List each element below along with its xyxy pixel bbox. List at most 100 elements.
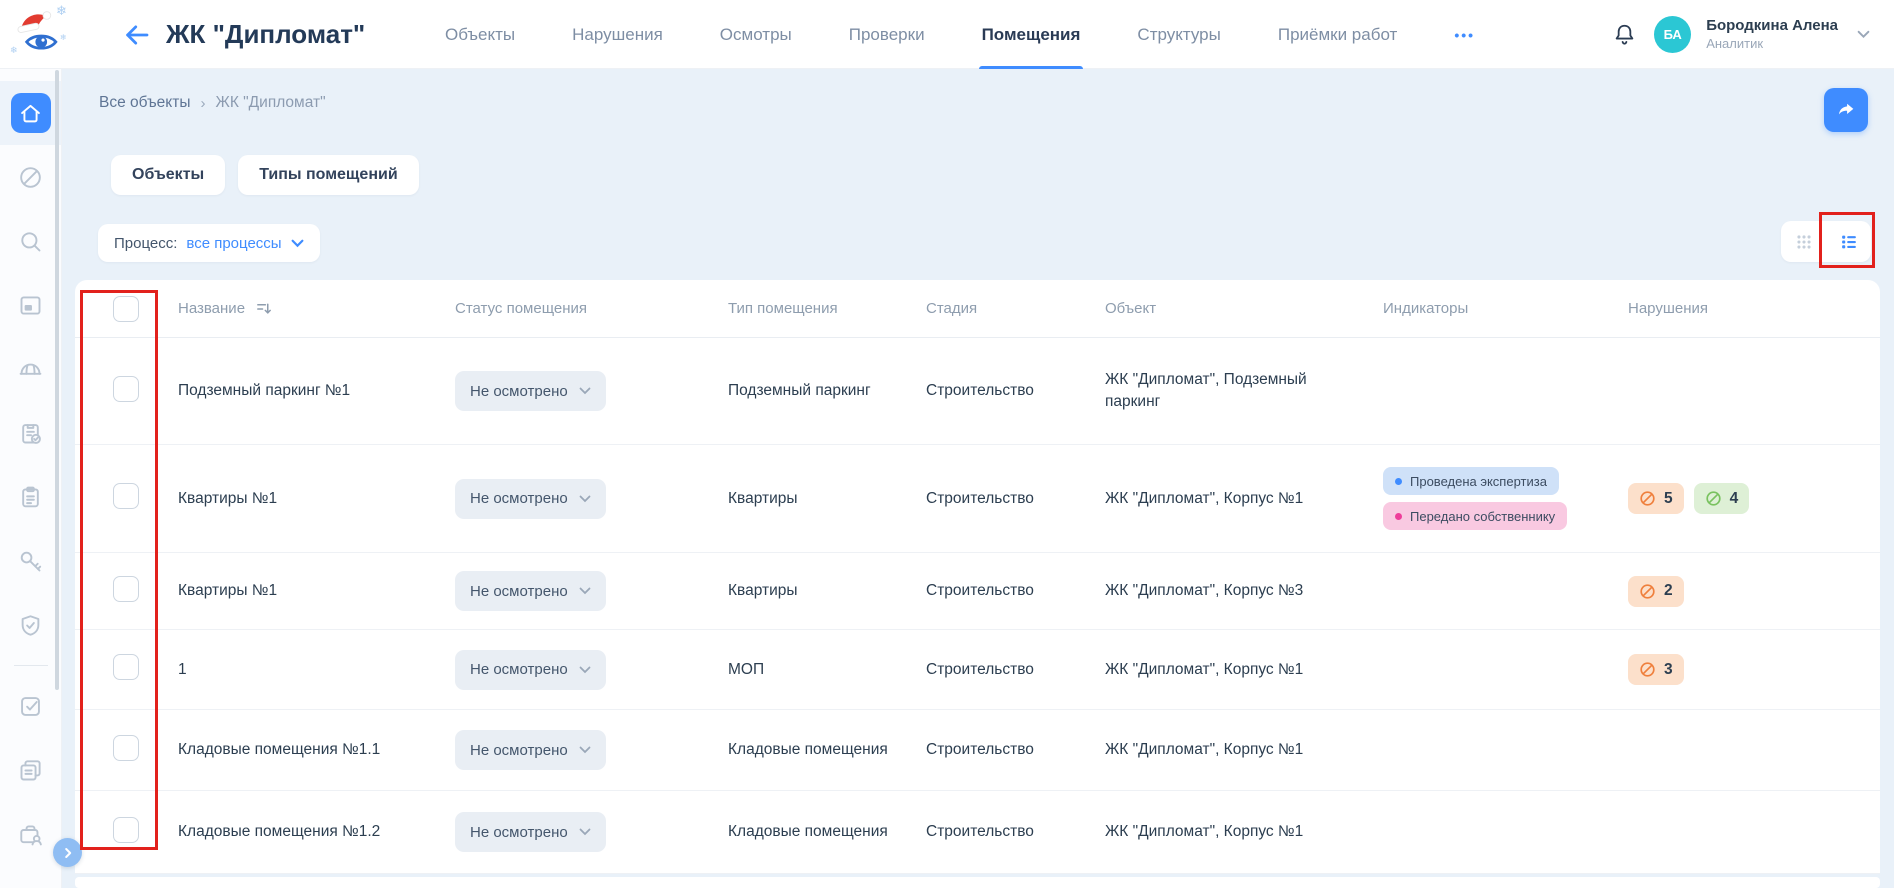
table-body: Подземный паркинг №1 Не осмотрено Подзем… xyxy=(75,338,1880,874)
sort-icon[interactable] xyxy=(255,300,272,317)
sidebar-expand-button[interactable] xyxy=(53,838,82,867)
violations-cell: 3 xyxy=(1628,654,1880,685)
sidebar-item-window[interactable] xyxy=(0,273,61,337)
horizontal-scrollbar[interactable] xyxy=(75,877,1880,888)
sidebar-item-search[interactable] xyxy=(0,209,61,273)
nav-tab-3[interactable]: Проверки xyxy=(849,0,925,69)
user-avatar[interactable]: БА xyxy=(1654,16,1691,53)
row-checkbox[interactable] xyxy=(113,576,139,602)
sidebar-nav xyxy=(0,81,61,866)
ban-icon xyxy=(1705,490,1722,507)
sidebar-item-helmet[interactable] xyxy=(0,337,61,401)
bell-icon xyxy=(1611,21,1638,48)
object: ЖК "Дипломат", Корпус №1 xyxy=(1105,821,1383,843)
indicator-dot-icon xyxy=(1395,513,1402,520)
violation-count: 4 xyxy=(1730,490,1739,508)
status-dropdown[interactable]: Не осмотрено xyxy=(455,371,606,411)
sidebar-item-copy[interactable] xyxy=(0,738,61,802)
object: ЖК "Дипломат", Корпус №1 xyxy=(1105,488,1383,510)
share-forward-icon xyxy=(1835,99,1857,121)
clipboard-check-icon xyxy=(17,420,44,447)
row-checkbox[interactable] xyxy=(113,376,139,402)
sidebar xyxy=(0,69,62,888)
nav-tabs: Объекты Нарушения Осмотры Проверки Помещения… xyxy=(445,0,1475,69)
violation-badge[interactable]: 4 xyxy=(1694,483,1750,514)
table-row[interactable]: Квартиры №1 Не осмотрено Квартиры Строит… xyxy=(75,445,1880,553)
grid-view-button[interactable] xyxy=(1781,221,1826,262)
key-icon xyxy=(17,548,44,575)
nav-tab-1[interactable]: Нарушения xyxy=(572,0,663,69)
back-button[interactable] xyxy=(122,20,152,50)
nav-tab-4[interactable]: Помещения xyxy=(982,0,1081,69)
row-checkbox[interactable] xyxy=(113,483,139,509)
sidebar-item-home[interactable] xyxy=(0,81,61,145)
room-type: Квартиры xyxy=(728,582,926,600)
view-tab-room-types[interactable]: Типы помещений xyxy=(238,155,418,195)
nav-more-button[interactable]: ••• xyxy=(1454,27,1475,43)
process-filter-value: все процессы xyxy=(186,235,281,252)
nav-tab-2[interactable]: Осмотры xyxy=(720,0,792,69)
stage: Строительство xyxy=(926,741,1105,759)
select-all-checkbox[interactable] xyxy=(113,296,139,322)
status-label: Не осмотрено xyxy=(470,490,568,507)
column-header-indicators: Индикаторы xyxy=(1383,300,1628,317)
row-checkbox[interactable] xyxy=(113,735,139,761)
process-filter-dropdown[interactable]: Процесс: все процессы xyxy=(98,224,320,262)
share-button[interactable] xyxy=(1824,88,1868,132)
table-row[interactable]: Кладовые помещения №1.1 Не осмотрено Кла… xyxy=(75,710,1880,791)
breadcrumb-root[interactable]: Все объекты xyxy=(99,94,191,112)
status-dropdown[interactable]: Не осмотрено xyxy=(455,812,606,852)
chevron-right-icon xyxy=(62,847,74,859)
status-dropdown[interactable]: Не осмотрено xyxy=(455,730,606,770)
violation-badge[interactable]: 5 xyxy=(1628,483,1684,514)
indicator-badge: Проведена экспертиза xyxy=(1383,467,1559,495)
sidebar-item-ban[interactable] xyxy=(0,145,61,209)
nav-tab-5[interactable]: Структуры xyxy=(1137,0,1220,69)
stage: Строительство xyxy=(926,382,1105,400)
user-info: Бородкина Алена Аналитик xyxy=(1706,17,1838,52)
search-icon xyxy=(17,228,44,255)
violation-badge[interactable]: 3 xyxy=(1628,654,1684,685)
status-label: Не осмотрено xyxy=(470,583,568,600)
status-dropdown[interactable]: Не осмотрено xyxy=(455,650,606,690)
notifications-button[interactable] xyxy=(1609,20,1639,50)
sidebar-item-shield[interactable] xyxy=(0,593,61,657)
window-icon xyxy=(17,292,44,319)
row-checkbox[interactable] xyxy=(113,654,139,680)
grid-view-icon xyxy=(1793,231,1815,253)
table-row[interactable]: 1 Не осмотрено МОП Строительство ЖК "Дип… xyxy=(75,630,1880,710)
view-tab-objects[interactable]: Объекты xyxy=(111,155,225,195)
breadcrumb: Все объекты › ЖК "Дипломат" xyxy=(99,94,326,112)
sidebar-item-checkbox[interactable] xyxy=(0,674,61,738)
breadcrumb-current: ЖК "Дипломат" xyxy=(216,94,326,112)
room-type: Кладовые помещения xyxy=(728,823,926,841)
sidebar-scrollbar-thumb[interactable] xyxy=(55,70,59,690)
chevron-down-icon xyxy=(579,828,591,836)
breadcrumb-separator-icon: › xyxy=(201,95,206,112)
status-label: Не осмотрено xyxy=(470,824,568,841)
table-row[interactable]: Кладовые помещения №1.2 Не осмотрено Кла… xyxy=(75,791,1880,874)
status-dropdown[interactable]: Не осмотрено xyxy=(455,479,606,519)
user-role: Аналитик xyxy=(1706,36,1838,52)
nav-tab-0[interactable]: Объекты xyxy=(445,0,515,69)
sidebar-item-clipboard-check[interactable] xyxy=(0,401,61,465)
status-dropdown[interactable]: Не осмотрено xyxy=(455,571,606,611)
ban-icon xyxy=(1639,490,1656,507)
ban-icon xyxy=(1639,661,1656,678)
table-row[interactable]: Подземный паркинг №1 Не осмотрено Подзем… xyxy=(75,338,1880,445)
indicator-dot-icon xyxy=(1395,478,1402,485)
sidebar-item-briefcase[interactable] xyxy=(0,802,61,866)
nav-tab-6[interactable]: Приёмки работ xyxy=(1278,0,1397,69)
row-checkbox[interactable] xyxy=(113,817,139,843)
list-view-button[interactable] xyxy=(1826,221,1871,262)
sidebar-item-clipboard[interactable] xyxy=(0,465,61,529)
user-menu-button[interactable] xyxy=(1857,26,1870,44)
stage: Строительство xyxy=(926,661,1105,679)
column-header-stage: Стадия xyxy=(926,300,1105,317)
app-logo[interactable]: ❄ ❄ ❄ xyxy=(10,3,72,65)
chevron-down-icon xyxy=(291,239,304,248)
table-row[interactable]: Квартиры №1 Не осмотрено Квартиры Строит… xyxy=(75,553,1880,630)
view-switch: Объекты Типы помещений xyxy=(111,155,419,195)
violation-badge[interactable]: 2 xyxy=(1628,576,1684,607)
sidebar-item-key[interactable] xyxy=(0,529,61,593)
